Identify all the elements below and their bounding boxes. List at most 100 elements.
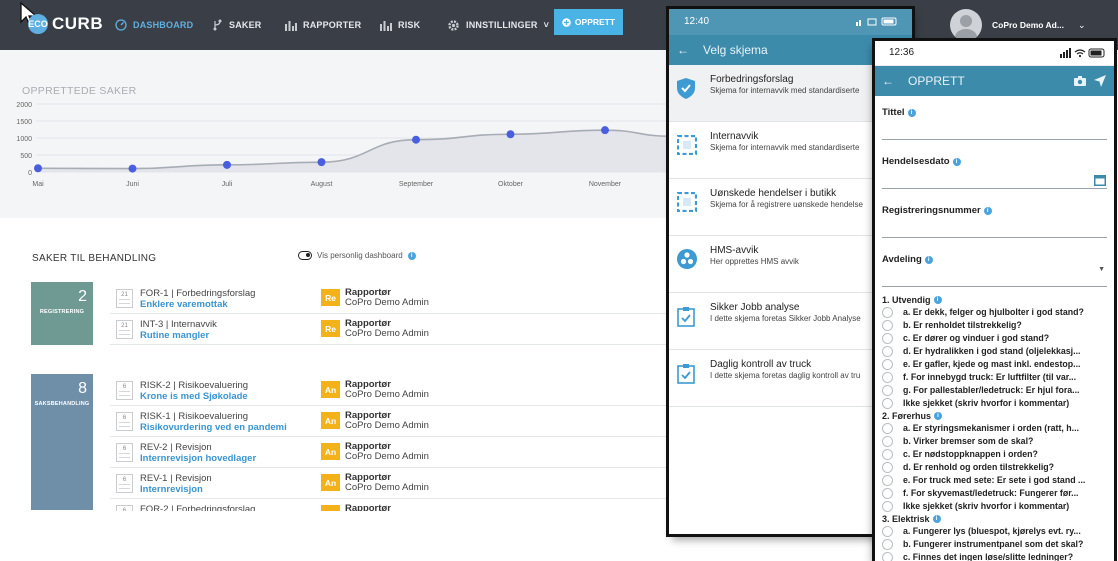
checklist-item-text: a. Fungerer lys (bluespot, kjørelys evt.… (903, 526, 1081, 536)
checklist-item[interactable]: c. Er nødstoppknappen i orden? (875, 448, 1114, 461)
back-arrow-icon[interactable]: ← (882, 74, 894, 88)
radio-button[interactable] (882, 398, 893, 409)
checklist-item[interactable]: f. For innebygd truck: Er luftfilter (ti… (875, 371, 1114, 384)
send-icon[interactable] (1094, 75, 1106, 87)
checklist-item[interactable]: Ikke sjekket (skriv hvorfor i kommentar) (875, 500, 1114, 513)
radio-button[interactable] (882, 501, 893, 512)
camera-icon[interactable] (1074, 76, 1086, 86)
checklist-item[interactable]: e. Er gafler, kjede og mast inkl. endest… (875, 358, 1114, 371)
app-logo[interactable]: ECO CURB (28, 14, 103, 34)
field-input-line[interactable] (882, 237, 1107, 238)
checklist-item[interactable]: b. Er renholdet tilstrekkelig? (875, 319, 1114, 332)
checklist-item-text: c. Finnes det ingen løse/slitte ledninge… (903, 552, 1074, 561)
x-tick-label: September (399, 181, 434, 188)
case-row[interactable]: 21 FOR-1 | Forbedringsforslag Enklere vare… (110, 283, 670, 314)
chart-data-point[interactable] (601, 126, 609, 135)
logo-text: CURB (52, 14, 104, 33)
field-label: Registreringsnummer i (882, 205, 992, 216)
calendar-icon[interactable] (1094, 175, 1106, 186)
nav-label: DASHBOARD (133, 20, 194, 30)
radio-button[interactable] (882, 359, 893, 370)
status-box-registrering[interactable]: 2 REGISTRERING (31, 282, 93, 345)
chart-data-point[interactable] (128, 164, 137, 173)
dropdown-caret-icon[interactable]: ▼ (1098, 266, 1105, 273)
x-tick-label: November (589, 181, 622, 188)
form-field[interactable]: Avdeling i ▼ (875, 243, 1114, 292)
role-badge: An (321, 474, 340, 491)
radio-button[interactable] (882, 526, 893, 537)
nav-innstillinger[interactable]: INNSTILLINGER ˅ (447, 0, 549, 50)
phone-create-form-screen: 12:36 ← OPPRETT Tittel i Hendelsesdato i Reg… (875, 41, 1114, 561)
radio-button[interactable] (882, 372, 893, 383)
create-button[interactable]: OPPRETT (554, 9, 623, 35)
radio-button[interactable] (882, 539, 893, 550)
nav-saker[interactable]: SAKER (212, 0, 262, 50)
nav-risk[interactable]: RISK (380, 0, 420, 50)
case-name-link[interactable]: Rutine mangler (140, 330, 209, 341)
checklist-item[interactable]: g. For pallestabler/ledetruck: Er hjul f… (875, 384, 1114, 397)
radio-button[interactable] (882, 307, 893, 318)
chart-data-point[interactable] (412, 135, 420, 144)
form-field[interactable]: Registreringsnummer i (875, 194, 1114, 243)
checklist-item[interactable]: Ikke sjekket (skriv hvorfor i kommentar) (875, 397, 1114, 410)
field-label: Tittel i (882, 107, 916, 118)
chart-data-point[interactable] (317, 158, 326, 167)
checklist-item[interactable]: a. Er dekk, felger og hjulbolter i god s… (875, 306, 1114, 319)
form-field[interactable]: Hendelsesdato i (875, 145, 1114, 194)
avatar (950, 9, 982, 41)
checklist-item[interactable]: d. Er hydralikken i god stand (oljelekka… (875, 345, 1114, 358)
radio-button[interactable] (882, 552, 893, 561)
phone-screen-title: Velg skjema (703, 43, 768, 57)
checklist-item[interactable]: f. For skyvemast/ledetruck: Fungerer før… (875, 487, 1114, 500)
radio-button[interactable] (882, 488, 893, 499)
checklist-item[interactable]: d. Er renhold og orden tilstrekkelig? (875, 461, 1114, 474)
radio-button[interactable] (882, 346, 893, 357)
field-input-line[interactable] (882, 139, 1107, 140)
radio-button[interactable] (882, 462, 893, 473)
personal-dashboard-toggle[interactable]: Vis personlig dashboard i (298, 251, 416, 260)
radio-button[interactable] (882, 475, 893, 486)
user-menu[interactable]: CoPro Demo Ad... ⌄ (950, 9, 1086, 41)
checklist-item[interactable]: b. Virker bremser som de skal? (875, 435, 1114, 448)
checklist-item-text: f. For innebygd truck: Er luftfilter (ti… (903, 372, 1077, 382)
case-row[interactable]: 21 INT-3 | Internavvik Rutine mangler Re Rap… (110, 314, 670, 345)
nav-dashboard[interactable]: DASHBOARD (115, 0, 193, 50)
nav-rapporter[interactable]: RAPPORTER (285, 0, 361, 50)
case-name-link[interactable]: Internrevisjon hovedlager (140, 453, 256, 464)
chart-data-point[interactable] (506, 130, 515, 139)
case-row[interactable]: 6 RISK-1 | Risikoevaluering Risikovurderin… (110, 406, 670, 437)
radio-button[interactable] (882, 423, 893, 434)
dashboard-gauge-icon (115, 19, 127, 31)
fan-icon (677, 249, 697, 274)
case-name-link[interactable]: Risikovurdering ved en pandemi (140, 422, 287, 433)
checklist-item[interactable]: a. Er styringsmekanismer i orden (ratt, … (875, 422, 1114, 435)
checklist-item[interactable]: b. Fungerer instrumentpanel som det skal… (875, 538, 1114, 551)
radio-button[interactable] (882, 385, 893, 396)
case-row[interactable]: 6 RISK-2 | Risikoevaluering Krone is med S… (110, 375, 670, 406)
chevron-down-icon: ⌄ (1077, 19, 1086, 30)
chart-data-point[interactable] (223, 160, 231, 169)
case-row[interactable]: 6 FOR-2 | Forbedringsforslag An Rapportør (110, 499, 670, 511)
radio-button[interactable] (882, 333, 893, 344)
radio-button[interactable] (882, 436, 893, 447)
checklist-item[interactable]: c. Finnes det ingen løse/slitte ledninge… (875, 551, 1114, 561)
back-arrow-icon[interactable]: ← (677, 43, 689, 57)
case-name-link[interactable]: Enklere varemottak (140, 299, 228, 310)
radio-button[interactable] (882, 320, 893, 331)
chart-data-point[interactable] (34, 164, 42, 173)
checklist-item[interactable]: a. Fungerer lys (bluespot, kjørelys evt.… (875, 525, 1114, 538)
form-field[interactable]: Tittel i (875, 96, 1114, 145)
status-box-saksbehandling[interactable]: 8 SAKSBEHANDLING (31, 374, 93, 510)
case-row[interactable]: 6 REV-2 | Revisjon Internrevisjon hovedlag… (110, 437, 670, 468)
form-title: Forbedringsforslag (710, 74, 794, 85)
field-input-line[interactable] (882, 188, 1107, 189)
clipboard-check-icon (677, 306, 695, 332)
case-row[interactable]: 6 REV-1 | Revisjon Internrevisjon An Rapport… (110, 468, 670, 499)
case-name-link[interactable]: Krone is med Sjøkolade (140, 391, 248, 402)
case-name-link[interactable]: Internrevisjon (140, 484, 203, 495)
checklist-item[interactable]: e. For truck med sete: Er sete i god sta… (875, 474, 1114, 487)
radio-button[interactable] (882, 449, 893, 460)
checklist-item[interactable]: c. Er dører og vinduer i god stand? (875, 332, 1114, 345)
checklist-item-text: d. Er renhold og orden tilstrekkelig? (903, 462, 1055, 472)
field-input-line[interactable] (882, 286, 1107, 287)
